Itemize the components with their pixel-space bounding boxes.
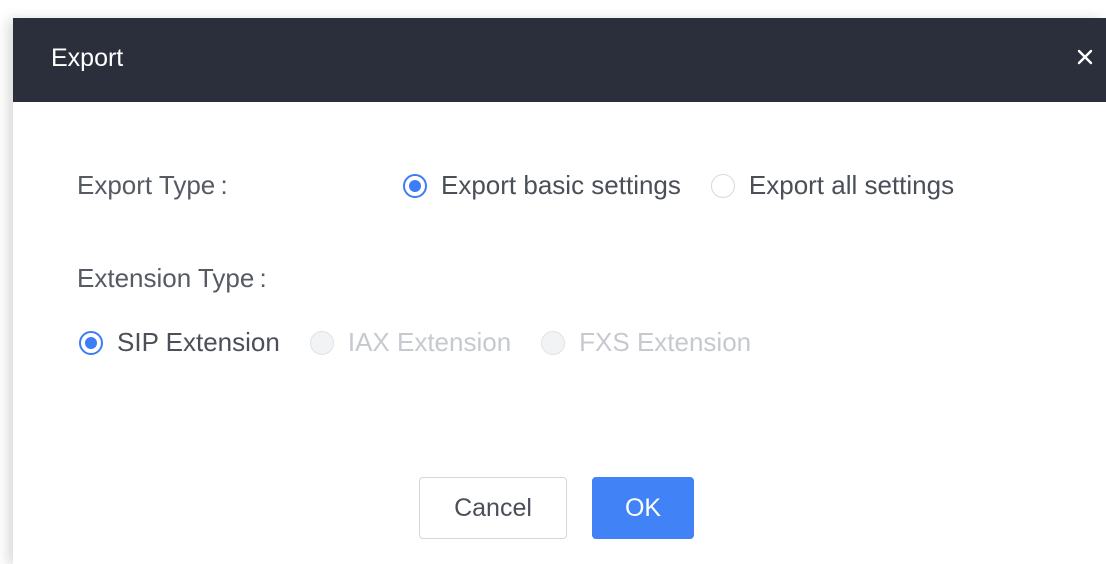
radio-label: SIP Extension [117, 327, 280, 357]
radio-label: IAX Extension [347, 327, 512, 357]
export-type-radio-group: Export basic settings Export all setting… [403, 170, 954, 201]
radio-export-basic-settings[interactable]: Export basic settings [403, 170, 681, 201]
extension-type-label: Extension Type : [77, 263, 267, 293]
dialog-title: Export [51, 44, 124, 72]
radio-disabled-icon [309, 330, 334, 355]
radio-checked-icon [79, 330, 103, 355]
radio-label: Export all settings [748, 170, 955, 200]
radio-checked-icon [403, 173, 427, 198]
radio-label: Export basic settings [441, 170, 681, 200]
screen: Export Export Type : Export basic settin… [0, 0, 1106, 564]
radio-disabled-icon [541, 330, 566, 355]
radio-sip-extension[interactable]: SIP Extension [79, 327, 280, 358]
export-type-label: Export Type : [77, 170, 228, 200]
close-button[interactable] [1068, 40, 1102, 74]
radio-export-all-settings[interactable]: Export all settings [710, 170, 955, 201]
ok-button[interactable]: OK [592, 477, 694, 539]
radio-iax-extension[interactable]: IAX Extension [309, 327, 512, 358]
export-dialog: Export Export Type : Export basic settin… [13, 18, 1106, 564]
close-icon [1077, 49, 1093, 65]
dialog-header: Export [13, 18, 1106, 102]
radio-unchecked-icon [710, 173, 735, 198]
extension-type-radio-group: SIP Extension IAX Extension FXS Extensio… [79, 327, 751, 358]
radio-fxs-extension[interactable]: FXS Extension [541, 327, 751, 358]
radio-label: FXS Extension [579, 327, 752, 357]
cancel-button[interactable]: Cancel [419, 477, 567, 539]
